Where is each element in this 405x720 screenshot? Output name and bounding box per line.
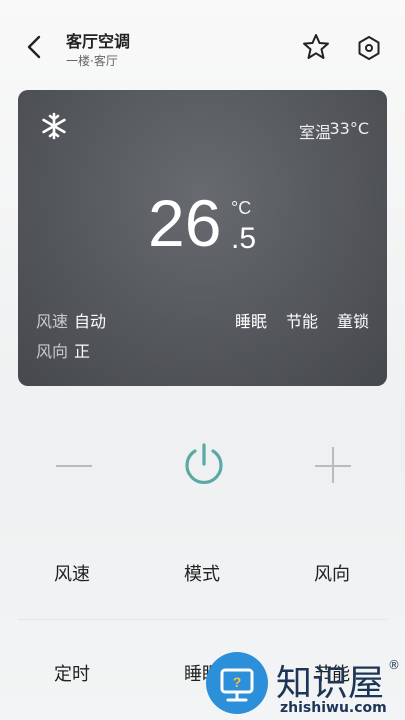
fan-speed-value: 自动 — [74, 312, 107, 331]
status-panel: 室温 33°C 26 °C .5 风速 自动 风向正 睡眠 节能 童锁 — [18, 90, 387, 386]
snowflake-icon — [42, 112, 66, 140]
room-temp-value: 33°C — [329, 119, 369, 138]
set-temp-integer: 26 — [148, 186, 222, 260]
room-temp-label: 室温 — [298, 123, 331, 142]
top-bar: 客厅空调 一楼·客厅 — [0, 0, 405, 84]
watermark-registered: ® — [388, 658, 400, 672]
fan-speed-button[interactable]: 风速 — [54, 560, 90, 586]
fan-direction-value: 正 — [74, 342, 91, 361]
flag-sleep: 睡眠 — [234, 312, 267, 331]
fan-speed-label: 风速 — [36, 312, 69, 331]
watermark-text: 知识屋 — [276, 663, 385, 704]
device-location: 一楼·客厅 — [66, 54, 118, 68]
watermark: ? 知识屋 ® zhishiwu.com — [206, 650, 405, 720]
device-title: 客厅空调 — [66, 32, 131, 51]
mode-flags: 睡眠 节能 童锁 — [216, 308, 369, 332]
divider — [18, 619, 387, 620]
timer-button[interactable]: 定时 — [54, 660, 90, 686]
mode-button[interactable]: 模式 — [184, 560, 220, 586]
flag-child-lock: 童锁 — [336, 312, 369, 331]
hexagon-settings-icon[interactable] — [355, 34, 383, 62]
watermark-logo-icon: ? — [206, 652, 268, 714]
watermark-url: zhishiwu.com — [280, 700, 387, 716]
set-temp-unit: °C — [231, 198, 252, 218]
minus-icon[interactable] — [56, 465, 92, 467]
fan-direction-status: 风向正 — [36, 338, 90, 362]
fan-direction-label: 风向 — [36, 342, 69, 361]
plus-icon-vertical[interactable] — [332, 447, 334, 483]
back-arrow-icon[interactable] — [22, 34, 48, 60]
fan-speed-status: 风速 自动 — [36, 308, 106, 332]
fan-direction-button[interactable]: 风向 — [314, 560, 350, 586]
star-icon[interactable] — [302, 33, 330, 61]
svg-text:?: ? — [233, 674, 242, 690]
set-temp-decimal: .5 — [231, 222, 257, 255]
power-icon[interactable] — [180, 440, 228, 488]
flag-energy-saving: 节能 — [285, 312, 318, 331]
